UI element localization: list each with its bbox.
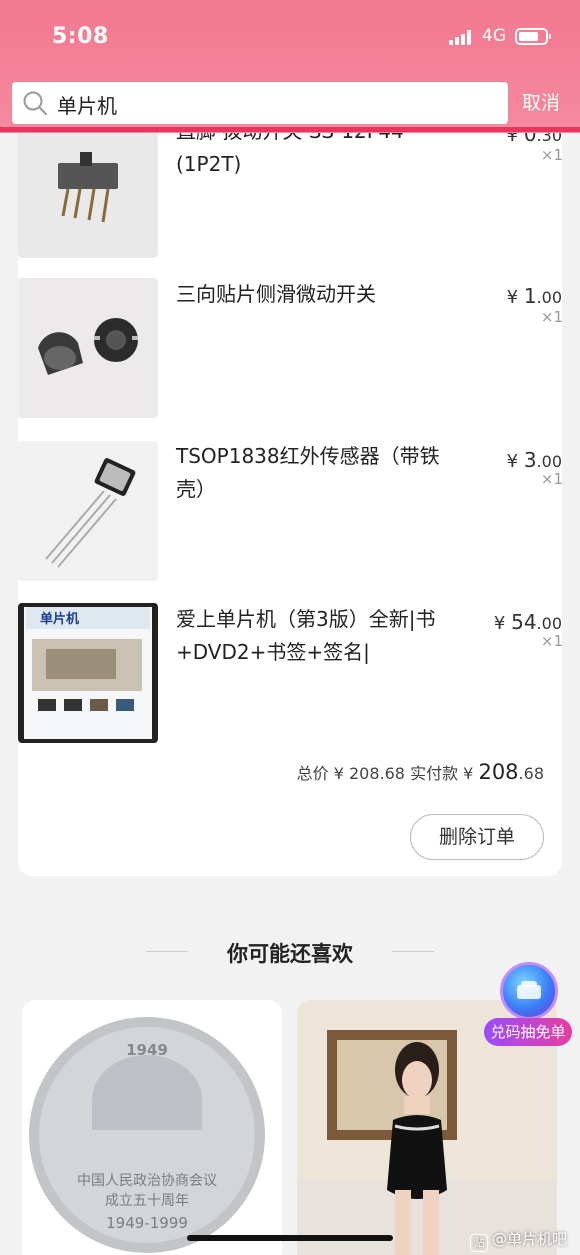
recommend-card-coin[interactable]: 1949 中国人民政治协商会议 成立五十周年 1949-1999 bbox=[22, 1000, 282, 1255]
svg-text:中国人民政治协商会议: 中国人民政治协商会议 bbox=[77, 1173, 217, 1189]
item-title[interactable]: TSOP1838红外传感器（带铁壳） bbox=[176, 440, 446, 506]
recommend-title: 你可能还喜欢 bbox=[227, 942, 353, 966]
micro-switch-image bbox=[18, 278, 158, 418]
header: 5:08 4G 单片机 取消 bbox=[0, 0, 580, 133]
svg-text:1949: 1949 bbox=[126, 1041, 168, 1059]
status-time: 5:08 bbox=[52, 24, 109, 49]
slide-switch-image bbox=[18, 118, 158, 258]
network-type: 4G bbox=[482, 26, 506, 46]
product-thumbnail[interactable] bbox=[18, 278, 158, 418]
search-input[interactable]: 单片机 bbox=[12, 82, 508, 124]
product-thumbnail[interactable]: 单片机 bbox=[18, 603, 158, 743]
delete-order-button[interactable]: 删除订单 bbox=[410, 814, 544, 860]
item-title[interactable]: 三向贴片侧滑微动开关 bbox=[176, 278, 446, 311]
order-total: 总价 ¥ 208.68 实付款 ¥ 208.68 bbox=[296, 760, 544, 784]
watermark: 贴 @单片机吧 bbox=[470, 1228, 567, 1252]
signal-icon bbox=[449, 30, 473, 45]
item-title[interactable]: 爱上单片机（第3版）全新|书+DVD2+书签+签名| bbox=[176, 603, 436, 669]
item-price: ¥ 1.00 bbox=[506, 284, 562, 308]
product-thumbnail[interactable] bbox=[18, 441, 158, 581]
item-price: ¥ 54.00 bbox=[493, 610, 562, 634]
lottery-float-label[interactable]: 兑码抽免单 bbox=[484, 1018, 572, 1046]
battery-icon bbox=[515, 28, 551, 45]
item-price: ¥ 3.00 bbox=[506, 448, 562, 472]
cancel-button[interactable]: 取消 bbox=[522, 88, 560, 115]
book-cover-image: 单片机 bbox=[18, 603, 158, 743]
divider-right bbox=[392, 951, 434, 952]
item-quantity: ×1 bbox=[540, 308, 563, 326]
search-icon bbox=[23, 91, 47, 115]
lottery-float-button[interactable] bbox=[500, 962, 558, 1020]
item-quantity: ×1 bbox=[540, 470, 563, 488]
ir-sensor-image bbox=[18, 441, 158, 581]
home-indicator[interactable] bbox=[187, 1235, 393, 1241]
item-quantity: ×1 bbox=[540, 632, 563, 650]
svg-text:1949-1999: 1949-1999 bbox=[106, 1214, 188, 1232]
svg-text:成立五十周年: 成立五十周年 bbox=[105, 1193, 189, 1209]
coin-image: 1949 中国人民政治协商会议 成立五十周年 1949-1999 bbox=[22, 1000, 282, 1255]
search-query: 单片机 bbox=[57, 94, 117, 118]
tieba-icon: 贴 bbox=[470, 1234, 488, 1252]
gift-icon bbox=[517, 981, 541, 999]
item-quantity: ×1 bbox=[540, 146, 563, 164]
product-thumbnail[interactable] bbox=[18, 118, 158, 258]
header-divider bbox=[0, 127, 580, 132]
book-cover-title: 单片机 bbox=[40, 611, 79, 627]
status-bar: 5:08 4G bbox=[0, 0, 580, 70]
